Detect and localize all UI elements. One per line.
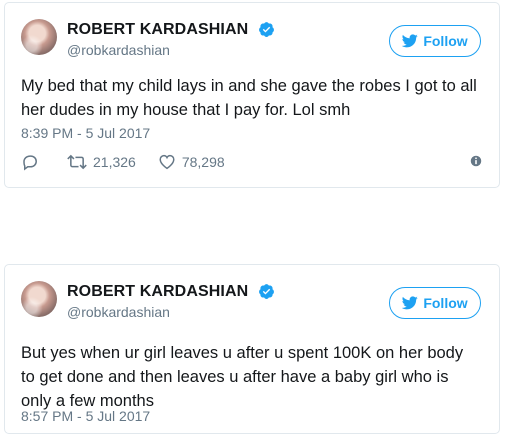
- twitter-bird-icon: [402, 34, 419, 48]
- verified-badge-icon: [259, 22, 274, 37]
- retweet-button[interactable]: 21,326: [67, 153, 136, 171]
- like-count: 78,298: [181, 154, 225, 170]
- heart-icon: [159, 154, 175, 170]
- tweet-timestamp[interactable]: 8:39 PM - 5 Jul 2017: [21, 125, 150, 141]
- verified-badge-icon: [259, 284, 274, 299]
- twitter-bird-icon: [402, 296, 419, 310]
- tweet-card: ROBERT KARDASHIAN @robkardashian Follow …: [4, 2, 500, 188]
- author-handle[interactable]: @robkardashian: [67, 304, 170, 320]
- retweet-icon: [67, 154, 87, 170]
- retweet-count: 21,326: [93, 154, 136, 170]
- author-name[interactable]: ROBERT KARDASHIAN: [67, 283, 248, 301]
- author-handle[interactable]: @robkardashian: [67, 42, 170, 58]
- follow-button[interactable]: Follow: [389, 25, 481, 57]
- reply-icon: [23, 155, 37, 171]
- tweet-text: But yes when ur girl leaves u after u sp…: [21, 344, 464, 410]
- tweet-card: ROBERT KARDASHIAN @robkardashian Follow …: [4, 264, 500, 434]
- author-name[interactable]: ROBERT KARDASHIAN: [67, 21, 248, 39]
- tweet-actions: 21,326 78,298: [21, 151, 483, 173]
- avatar[interactable]: [21, 19, 57, 55]
- reply-button[interactable]: [21, 153, 45, 171]
- tweet-text: My bed that my child lays in and she gav…: [21, 77, 477, 119]
- follow-label: Follow: [423, 33, 468, 49]
- follow-label: Follow: [423, 295, 468, 311]
- follow-button[interactable]: Follow: [389, 287, 481, 319]
- like-button[interactable]: 78,298: [158, 153, 225, 171]
- avatar[interactable]: [21, 281, 57, 317]
- info-icon[interactable]: [469, 154, 483, 168]
